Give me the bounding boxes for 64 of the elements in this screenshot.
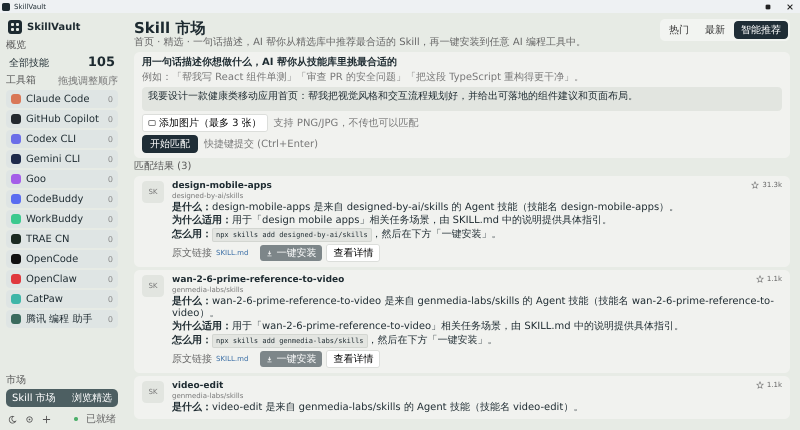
start-match-button[interactable]: 开始匹配: [142, 135, 198, 153]
install-button[interactable]: 一键安装: [260, 351, 322, 367]
download-icon: [266, 356, 274, 362]
section-label: 概览: [6, 40, 27, 52]
tool-item[interactable]: OpenClaw 0: [6, 270, 118, 288]
source-link-label: 原文链接: [172, 352, 212, 366]
tool-item[interactable]: CatPaw 0: [6, 290, 118, 308]
all-skills-item[interactable]: 全部技能 105: [6, 54, 118, 72]
install-button[interactable]: 一键安装: [260, 245, 322, 261]
usage-label: 怎么用：: [172, 229, 212, 241]
minimize-icon[interactable]: [764, 2, 772, 10]
skill-description: 为什么适用：用于「wan-2-6-prime-reference-to-video」相关任务场景，由 SKILL.md 中的说明提供具体指引。: [172, 321, 685, 333]
tool-item[interactable]: 腾讯 编程 助手 0: [6, 310, 118, 328]
tool-item[interactable]: Claude Code 0: [6, 90, 118, 108]
skill-name: video-edit: [172, 381, 224, 392]
attach-hint: 支持 PNG/JPG，不传也可以匹配: [274, 116, 418, 130]
tool-item[interactable]: OpenCode 0: [6, 250, 118, 268]
attach-image-button[interactable]: 添加图片（最多 3 张）: [142, 114, 268, 132]
view-tab[interactable]: 热门: [662, 21, 696, 39]
section-label: 工具箱: [6, 75, 36, 87]
view-tab[interactable]: 最新: [698, 21, 732, 39]
section-label: 市场: [6, 375, 27, 387]
skill-description: 为什么适用：用于「design mobile apps」相关任务场景，由 SKILL.md 中的说明提供具体指引。: [172, 215, 614, 227]
skill-name: wan-2-6-prime-reference-to-video: [172, 275, 344, 286]
details-button[interactable]: 查看详情: [326, 350, 380, 368]
star-icon: [756, 381, 764, 389]
brand-name: SkillVault: [27, 22, 80, 32]
request-field[interactable]: 我要设计一款健康类移动应用首页：帮我把视觉风格和交互流程规划好，并给出可落地的组件建议和页面布局。: [142, 87, 782, 111]
tool-item[interactable]: Gemini CLI 0: [6, 150, 118, 168]
market-nav-item[interactable]: Skill 市场 浏览精选: [6, 389, 118, 407]
skill-description: 是什么：design-mobile-apps 是来自 designed-by-ai/skills 的 Agent 技能（技能名 design-mobile-apps）。: [172, 202, 680, 214]
skill-description: 是什么：video-edit 是来自 genmedia-labs/skills 的 Agent 技能（技能名 video-edit）。: [172, 402, 584, 414]
matcher-title: 用一句话描述你想做什么，AI 帮你从技能库里挑最合适的: [142, 57, 398, 69]
section-hint: 拖拽调整顺序: [58, 74, 118, 88]
view-tab[interactable]: 智能推荐: [734, 21, 788, 39]
details-button[interactable]: 查看详情: [326, 244, 380, 262]
settings-icon[interactable]: [25, 414, 34, 424]
status-dot-icon: [74, 417, 78, 421]
tool-item[interactable]: WorkBuddy 0: [6, 210, 118, 228]
source-link-label: 原文链接: [172, 246, 212, 260]
moon-icon[interactable]: [8, 414, 17, 424]
image-icon: [148, 119, 156, 127]
tool-item[interactable]: TRAE CN 0: [6, 230, 118, 248]
status-text: 已就绪: [86, 412, 116, 426]
tool-item[interactable]: Goo 0: [6, 170, 118, 188]
page-subtitle: 首页 · 精选 · 一句话描述，AI 帮你从精选库中推荐最合适的 Skill，再一键安装到任意 AI 编程工具中。: [134, 37, 587, 49]
app-logo-icon: [2, 2, 10, 10]
star-icon: [756, 275, 764, 283]
matcher-example: 例如：「帮我写 React 组件单测」「审查 PR 的安全问题」「把这段 TypeScript 重构得更干净」。: [142, 72, 586, 84]
tool-item[interactable]: GitHub Copilot 0: [6, 110, 118, 128]
tool-item[interactable]: CodeBuddy 0: [6, 190, 118, 208]
shortcut-hint: 快捷键提交 (Ctrl+Enter): [204, 138, 318, 151]
skill-description: 是什么：wan-2-6-prime-reference-to-video 是来自 genmedia-labs/skills 的 Agent 技能（技能名 wan-2-6-prime-reference-to-video）。: [172, 296, 775, 320]
close-icon[interactable]: [786, 2, 794, 10]
usage-note: ，然后在下方「一键安装」。: [372, 229, 502, 241]
results-label: 匹配结果 (3): [134, 161, 192, 173]
tool-item[interactable]: Codex CLI 0: [6, 130, 118, 148]
page-title: Skill 市场: [134, 19, 206, 37]
usage-label: 怎么用：: [172, 335, 212, 347]
skill-name: design-mobile-apps: [172, 181, 272, 192]
usage-note: ，然后在下方「一键安装」。: [368, 335, 498, 347]
star-icon: [751, 181, 760, 189]
download-icon: [266, 250, 274, 256]
brand-logo-icon: [8, 20, 22, 34]
